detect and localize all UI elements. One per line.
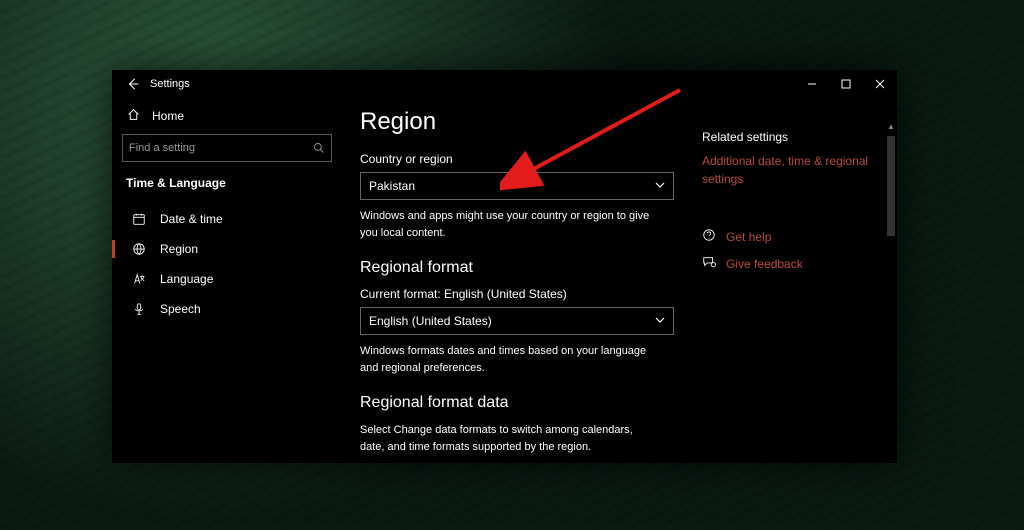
country-dropdown[interactable]: Pakistan <box>360 172 674 200</box>
sidebar: Home Find a setting Time & Language Date… <box>112 98 342 463</box>
sidebar-item-speech[interactable]: Speech <box>122 294 332 324</box>
page-heading: Region <box>360 108 680 136</box>
country-label: Country or region <box>360 152 680 166</box>
country-value: Pakistan <box>369 179 415 193</box>
titlebar: Settings <box>112 70 897 98</box>
sidebar-item-region[interactable]: Region <box>122 234 332 264</box>
arrow-left-icon <box>126 77 140 91</box>
close-icon <box>875 79 885 89</box>
related-settings-title: Related settings <box>702 130 872 144</box>
sidebar-item-language[interactable]: Language <box>122 264 332 294</box>
format-dropdown[interactable]: English (United States) <box>360 307 674 335</box>
feedback-icon <box>702 255 716 272</box>
chevron-down-icon <box>655 314 665 328</box>
format-helper: Windows formats dates and times based on… <box>360 343 660 376</box>
clock-icon <box>132 212 146 226</box>
search-icon <box>313 142 325 154</box>
desktop-wallpaper: Settings Home <box>0 0 1024 530</box>
format-value: English (United States) <box>369 314 492 328</box>
sidebar-item-label: Date & time <box>160 212 223 226</box>
home-icon <box>126 108 140 124</box>
minimize-icon <box>807 79 817 89</box>
maximize-button[interactable] <box>829 70 863 98</box>
give-feedback-row[interactable]: Give feedback <box>702 255 872 272</box>
sidebar-item-label: Speech <box>160 302 201 316</box>
back-button[interactable] <box>122 70 144 98</box>
related-settings: Related settings Additional date, time &… <box>702 130 872 272</box>
give-feedback-link[interactable]: Give feedback <box>726 257 803 271</box>
scroll-thumb[interactable] <box>887 136 895 236</box>
home-label: Home <box>152 109 184 123</box>
additional-settings-link[interactable]: Additional date, time & regional setting… <box>702 152 872 188</box>
sidebar-item-label: Region <box>160 242 198 256</box>
scroll-up-arrow[interactable]: ▲ <box>885 120 897 132</box>
get-help-link[interactable]: Get help <box>726 230 771 244</box>
chevron-down-icon <box>655 179 665 193</box>
country-helper: Windows and apps might use your country … <box>360 208 660 241</box>
current-format-label: Current format: English (United States) <box>360 287 680 301</box>
microphone-icon <box>132 302 146 316</box>
format-data-heading: Regional format data <box>360 394 680 412</box>
get-help-row[interactable]: Get help <box>702 228 872 245</box>
search-input[interactable]: Find a setting <box>122 134 332 162</box>
minimize-button[interactable] <box>795 70 829 98</box>
content-pane: Region Country or region Pakistan Window… <box>342 98 897 463</box>
language-icon <box>132 272 146 286</box>
globe-icon <box>132 242 146 256</box>
maximize-icon <box>841 79 851 89</box>
search-placeholder: Find a setting <box>129 142 313 154</box>
sidebar-item-label: Language <box>160 272 213 286</box>
vertical-scrollbar[interactable]: ▲ <box>885 120 897 463</box>
settings-window: Settings Home <box>112 70 897 463</box>
regional-format-heading: Regional format <box>360 259 680 277</box>
close-button[interactable] <box>863 70 897 98</box>
home-nav[interactable]: Home <box>122 104 332 134</box>
window-title: Settings <box>150 78 190 90</box>
help-icon <box>702 228 716 245</box>
sidebar-category: Time & Language <box>122 176 332 204</box>
format-data-helper: Select Change data formats to switch amo… <box>360 422 660 455</box>
sidebar-item-date-time[interactable]: Date & time <box>122 204 332 234</box>
